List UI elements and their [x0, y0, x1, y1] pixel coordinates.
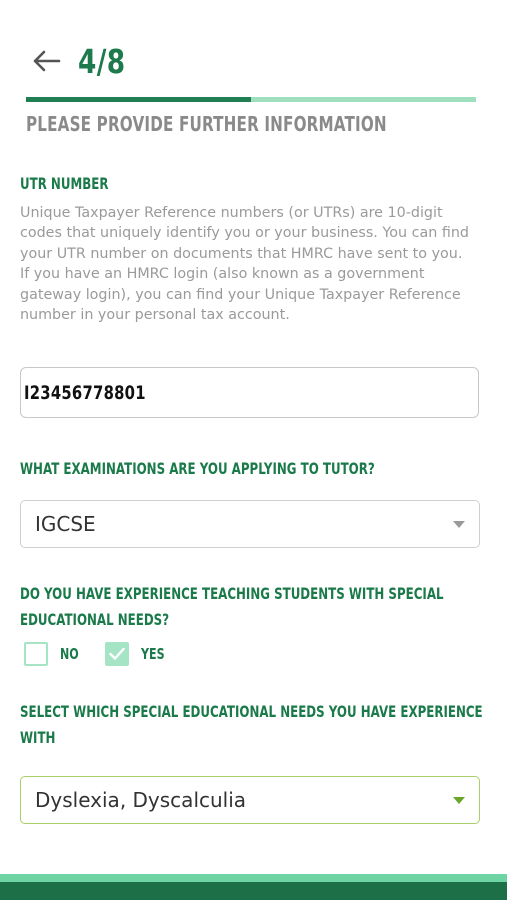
examinations-select[interactable]: IGCSE: [20, 500, 480, 548]
footer-bar-light: [0, 874, 507, 882]
sen-select-label-line1: SELECT WHICH SPECIAL EDUCATIONAL NEEDS Y…: [20, 702, 483, 721]
arrow-left-icon: [33, 50, 61, 72]
checkmark-icon: [109, 647, 125, 660]
sen-select-label: SELECT WHICH SPECIAL EDUCATIONAL NEEDS Y…: [20, 699, 483, 751]
utr-help-text: Unique Taxpayer Reference numbers (or UT…: [20, 205, 469, 324]
utr-label: UTR NUMBER: [20, 174, 109, 193]
progress-bar: [26, 97, 476, 102]
sen-experience-label-line1: DO YOU HAVE EXPERIENCE TEACHING STUDENTS…: [20, 584, 444, 603]
yes-label: YES: [141, 645, 165, 663]
sen-experience-label-line2: EDUCATIONAL NEEDS?: [20, 610, 170, 629]
sen-select-label-line2: WITH: [20, 728, 56, 747]
utr-input-value: I23456778801: [24, 381, 146, 404]
sen-select[interactable]: Dyslexia, Dyscalculia: [20, 776, 480, 824]
utr-input[interactable]: I23456778801: [20, 367, 479, 418]
no-checkbox[interactable]: [24, 642, 48, 666]
no-label: NO: [60, 645, 79, 663]
sen-experience-label: DO YOU HAVE EXPERIENCE TEACHING STUDENTS…: [20, 581, 444, 633]
header: 4/8: [26, 38, 137, 84]
footer-bar: [0, 882, 507, 900]
examinations-selected-value: IGCSE: [35, 512, 96, 536]
page-title: PLEASE PROVIDE FURTHER INFORMATION: [26, 112, 387, 136]
progress-bar-fill: [26, 97, 251, 102]
caret-down-icon: [453, 520, 465, 528]
sen-experience-options: NO YES: [24, 641, 173, 667]
step-indicator: 4/8: [78, 41, 126, 81]
examinations-label: WHAT EXAMINATIONS ARE YOU APPLYING TO TU…: [20, 459, 375, 478]
caret-down-icon: [453, 796, 465, 804]
back-button[interactable]: [28, 43, 64, 79]
sen-selected-value: Dyslexia, Dyscalculia: [35, 788, 247, 812]
yes-checkbox[interactable]: [105, 642, 129, 666]
